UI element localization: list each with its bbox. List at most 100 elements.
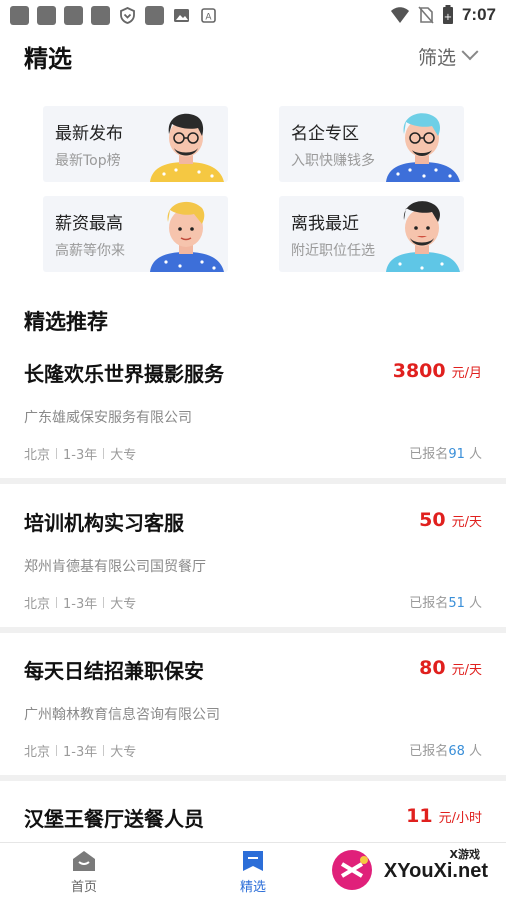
battery-icon: +	[442, 5, 453, 24]
job-title: 每天日结招兼职保安	[24, 659, 204, 683]
company-name: 广东雄威保安服务有限公司	[24, 410, 192, 426]
category-title: 薪资最高	[55, 214, 123, 234]
enroll-count: 已报名68 人	[409, 740, 482, 759]
filter-button[interactable]: 筛选	[417, 43, 479, 70]
nav-label: 首页	[70, 880, 97, 895]
notification-icon	[145, 5, 164, 25]
notification-icon	[64, 5, 83, 25]
divider	[103, 597, 105, 608]
job-city: 北京	[24, 745, 51, 760]
font-icon: A	[201, 7, 216, 23]
salary-unit: 元/天	[451, 515, 482, 530]
category-card-highest-salary[interactable]: 薪资最高 高薪等你来	[43, 196, 228, 272]
category-subtitle: 入职快赚钱多	[291, 153, 375, 169]
category-subtitle: 附近职位任选	[291, 243, 375, 259]
job-education: 大专	[110, 597, 137, 612]
category-grid: 最新发布 最新Top榜 名企专区 入职快赚钱多 薪资最高 高薪等你来 离我最近 …	[43, 106, 464, 272]
nav-item-picks[interactable]: 精选	[223, 849, 283, 895]
divider	[56, 597, 58, 608]
man-cyan-hair-avatar-icon	[386, 113, 460, 182]
category-subtitle: 高薪等你来	[55, 243, 125, 259]
job-meta: 北京 1-3年 大专	[24, 444, 136, 463]
enroll-prefix: 已报名	[409, 744, 449, 759]
home-icon	[73, 851, 95, 871]
enroll-prefix: 已报名	[409, 447, 449, 462]
man-glasses-avatar-icon	[150, 113, 224, 182]
category-card-famous-companies[interactable]: 名企专区 入职快赚钱多	[279, 106, 464, 182]
job-salary: 11 元/小时	[406, 805, 482, 827]
system-icons: + 7:07	[390, 5, 496, 25]
filter-label: 筛选	[417, 46, 456, 69]
enroll-suffix: 人	[464, 744, 482, 759]
svg-text:A: A	[205, 12, 212, 22]
salary-amount: 80	[419, 657, 446, 679]
job-education: 大专	[110, 745, 137, 760]
enroll-count: 已报名51 人	[409, 592, 482, 611]
status-bar: A + 7:07	[0, 0, 506, 30]
watermark: X游戏 XYouXi.net	[330, 842, 500, 896]
section-title: 精选推荐	[24, 310, 108, 334]
enroll-number: 68	[448, 744, 465, 759]
job-salary: 50 元/天	[419, 509, 482, 531]
job-experience: 1-3年	[63, 745, 98, 760]
enroll-suffix: 人	[464, 596, 482, 611]
category-title: 离我最近	[291, 214, 359, 234]
job-meta: 北京 1-3年 大专	[24, 741, 136, 760]
section-divider	[0, 775, 506, 781]
enroll-suffix: 人	[464, 447, 482, 462]
image-icon	[174, 8, 189, 22]
enroll-number: 51	[448, 596, 465, 611]
salary-amount: 3800	[392, 360, 446, 382]
svg-text:+: +	[444, 12, 452, 23]
divider	[56, 448, 58, 459]
enroll-number: 91	[448, 447, 465, 462]
shield-icon	[120, 6, 135, 24]
job-city: 北京	[24, 448, 51, 463]
salary-unit: 元/天	[451, 663, 482, 678]
salary-unit: 元/小时	[438, 811, 482, 826]
category-card-latest[interactable]: 最新发布 最新Top榜	[43, 106, 228, 182]
notification-icons: A	[10, 5, 218, 25]
company-name: 郑州肯德基有限公司国贸餐厅	[24, 559, 206, 575]
job-experience: 1-3年	[63, 448, 98, 463]
no-sim-icon	[418, 6, 434, 24]
category-title: 最新发布	[55, 124, 123, 144]
salary-amount: 50	[419, 509, 446, 531]
wifi-icon	[390, 7, 409, 23]
notification-icon	[10, 5, 29, 25]
page-header: 精选 筛选	[24, 36, 479, 76]
enroll-prefix: 已报名	[409, 596, 449, 611]
category-card-nearest[interactable]: 离我最近 附近职位任选	[279, 196, 464, 272]
category-title: 名企专区	[291, 124, 359, 144]
game-controller-icon	[37, 5, 56, 25]
job-salary: 80 元/天	[419, 657, 482, 679]
game-logo-icon	[332, 850, 372, 890]
job-title: 汉堡王餐厅送餐人员	[24, 807, 204, 831]
divider	[56, 745, 58, 756]
category-subtitle: 最新Top榜	[55, 153, 121, 169]
job-city: 北京	[24, 597, 51, 612]
section-divider	[0, 478, 506, 484]
bookmark-icon	[243, 851, 263, 871]
clock: 7:07	[461, 5, 496, 24]
notification-icon	[91, 5, 110, 25]
job-education: 大专	[110, 448, 137, 463]
job-experience: 1-3年	[63, 597, 98, 612]
divider	[103, 745, 105, 756]
job-title: 培训机构实习客服	[24, 511, 184, 535]
watermark-text: XYouXi.net	[383, 860, 488, 882]
divider	[103, 448, 105, 459]
job-salary: 3800 元/月	[393, 360, 482, 382]
job-meta: 北京 1-3年 大专	[24, 593, 136, 612]
salary-amount: 11	[406, 805, 433, 827]
page-title: 精选	[24, 44, 72, 73]
job-title: 长隆欢乐世界摄影服务	[24, 362, 224, 386]
section-divider	[0, 627, 506, 633]
man-dark-hair-avatar-icon	[386, 201, 460, 272]
company-name: 广州翰林教育信息咨询有限公司	[24, 707, 220, 723]
chevron-down-icon	[461, 43, 479, 61]
man-blond-avatar-icon	[150, 201, 224, 272]
nav-label: 精选	[239, 880, 266, 895]
enroll-count: 已报名91 人	[409, 443, 482, 462]
nav-item-home[interactable]: 首页	[54, 849, 114, 895]
